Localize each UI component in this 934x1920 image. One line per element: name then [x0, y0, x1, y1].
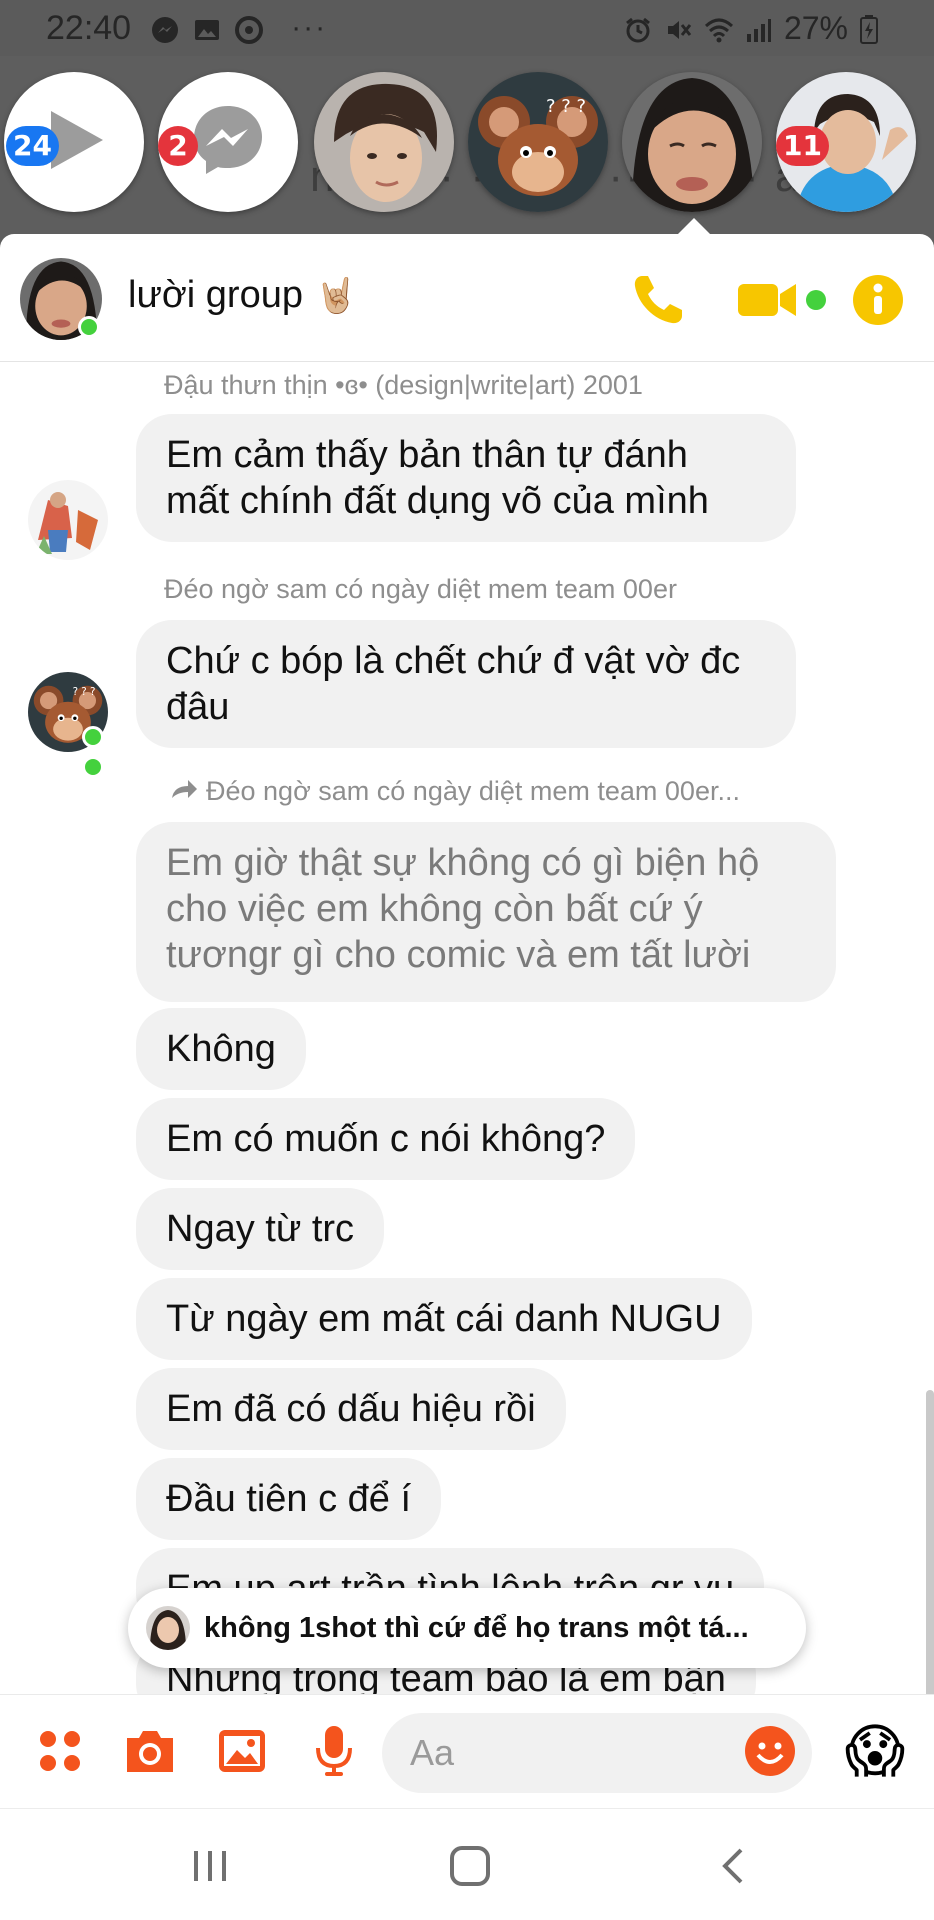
wifi-icon [704, 14, 733, 43]
camera-icon[interactable] [120, 1721, 180, 1781]
status-bar: 22:40 ··· 27% [0, 0, 934, 56]
chat-header: lười group 🤘🏼 [0, 234, 934, 362]
forwarded-message-bubble[interactable]: Em giờ thật sự không có gì biện hộ cho v… [136, 822, 836, 1002]
chat-head-active-group[interactable] [622, 72, 762, 212]
message-text: Em có muốn c nói không? [166, 1118, 606, 1160]
recents-icon[interactable] [180, 1839, 240, 1893]
forwarded-text: Đéo ngờ sam có ngày diệt mem team 00er..… [206, 776, 740, 806]
gallery-icon[interactable] [212, 1721, 272, 1781]
info-icon[interactable] [852, 274, 904, 326]
message-text: Đầu tiên c để í [166, 1478, 412, 1520]
message-line: mất chính đất dụng võ của mình [166, 480, 709, 522]
scream-emoji-icon[interactable]: 😱 [840, 1719, 910, 1784]
forward-arrow-icon [170, 776, 198, 807]
sender-avatar[interactable] [28, 480, 108, 560]
message-line: tươngr gì cho comic và em tất lười [166, 934, 751, 976]
signal-icon [744, 14, 772, 42]
message-bubble[interactable]: Em cảm thấy bản thân tự đánh mất chính đ… [136, 414, 796, 542]
status-time: 22:40 [46, 8, 132, 47]
message-line: đâu [166, 686, 230, 728]
svg-text:? ? ?: ? ? ? [546, 96, 586, 117]
battery-percent: 27% [783, 9, 848, 46]
battery-icon [860, 14, 888, 44]
sender-name: Đậu thưn thịn •ɞ• (design|write|art) 200… [164, 370, 643, 400]
notification-toast[interactable]: không 1shot thì cứ để họ trans một tá... [128, 1588, 806, 1668]
chat-head-badge: 2 [158, 126, 198, 166]
avatar [622, 72, 762, 212]
chat-panel: lười group 🤘🏼 Đậu thưn thịn •ɞ• (design|… [0, 234, 934, 1808]
apps-icon[interactable] [30, 1721, 90, 1781]
chrome-icon [235, 14, 264, 44]
message-bubble[interactable]: Từ ngày em mất cái danh NUGU [136, 1278, 752, 1360]
emoji-icon[interactable] [740, 1721, 800, 1781]
message-bubble[interactable]: Em có muốn c nói không? [136, 1098, 636, 1180]
forwarded-label: Đéo ngờ sam có ngày diệt mem team 00er..… [170, 776, 740, 807]
online-indicator [82, 726, 104, 748]
sender-name: Đéo ngờ sam có ngày diệt mem team 00er [164, 574, 677, 604]
video-online-dot [806, 290, 826, 310]
message-bubble[interactable]: Ngay từ trc [136, 1188, 385, 1270]
back-icon[interactable] [702, 1839, 762, 1893]
chat-head-person[interactable] [314, 72, 454, 212]
messenger-icon [151, 14, 179, 43]
avatar [314, 72, 454, 212]
video-call-icon[interactable] [736, 270, 802, 330]
message-text: Không [166, 1028, 276, 1070]
conversation-title[interactable]: lười group 🤘🏼 [128, 274, 357, 317]
toast-text: không 1shot thì cứ để họ trans một tá... [204, 1611, 749, 1644]
gallery-icon [193, 14, 221, 42]
message-bubble[interactable]: Em đã có dấu hiệu rồi [136, 1368, 566, 1450]
chat-head-badge: 11 [776, 126, 829, 166]
online-indicator [78, 316, 100, 338]
more-notifications: ··· [291, 11, 328, 44]
message-line: Em giờ thật sự không có gì biện hộ [166, 842, 760, 884]
message-text: Từ ngày em mất cái danh NUGU [166, 1298, 722, 1340]
composer: 😱 [0, 1694, 934, 1808]
message-text: Em đã có dấu hiệu rồi [166, 1388, 536, 1430]
online-indicator [82, 756, 104, 778]
message-line: Chứ c bóp là chết chứ đ vật vờ đc [166, 640, 741, 682]
system-nav-bar [0, 1808, 934, 1920]
message-bubble[interactable]: Không [136, 1008, 306, 1090]
phone-icon[interactable] [628, 270, 688, 330]
alarm-icon [624, 14, 652, 43]
message-text: Ngay từ trc [166, 1208, 355, 1250]
mute-icon [664, 14, 692, 42]
active-head-pointer [676, 218, 712, 236]
group-name: lười group [128, 274, 303, 316]
svg-text:? ? ?: ? ? ? [73, 686, 96, 698]
message-bubble[interactable]: Đầu tiên c để í [136, 1458, 442, 1540]
message-line: Em cảm thấy bản thân tự đánh [166, 434, 688, 476]
chat-head-badge: 24 [6, 126, 59, 166]
group-emoji: 🤘🏼 [315, 276, 358, 315]
messenger-icon [188, 100, 268, 185]
home-icon[interactable] [440, 1839, 500, 1893]
avatar: ? ? ? [468, 72, 608, 212]
avatar [146, 1606, 190, 1650]
microphone-icon[interactable] [304, 1721, 364, 1781]
group-avatar-wrap[interactable] [20, 258, 102, 340]
chat-heads-bar: ng··a·· ·· ··ạ· ·· ·a t·· ai. 24 2 [0, 56, 934, 236]
message-line: cho việc em không còn bất cứ ý [166, 888, 703, 930]
message-bubble[interactable]: Chứ c bóp là chết chứ đ vật vờ đc đâu [136, 620, 796, 748]
chat-head-jerry[interactable]: ? ? ? [468, 72, 608, 212]
